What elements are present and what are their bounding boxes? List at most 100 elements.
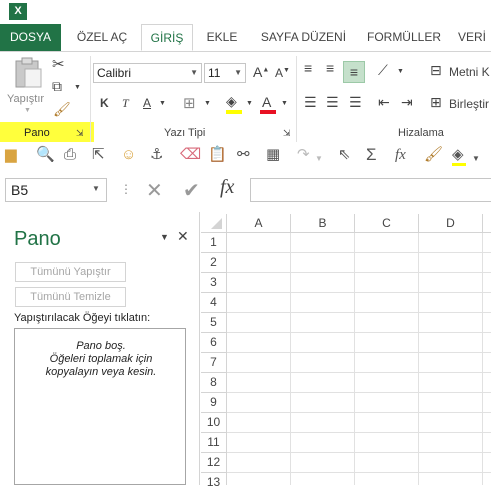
row-header[interactable]: 3 <box>201 273 227 293</box>
divider <box>90 56 91 142</box>
select-all-corner[interactable] <box>201 214 227 233</box>
align-bottom-button[interactable]: ≡ <box>343 61 365 83</box>
row-header[interactable]: 4 <box>201 293 227 313</box>
tab-formuller[interactable]: FORMÜLLER <box>364 24 444 51</box>
cut-icon[interactable]: ✂ <box>52 55 65 73</box>
align-left-icon[interactable]: ☰ <box>304 94 317 111</box>
chevron-down-icon[interactable]: ▼ <box>92 184 100 193</box>
chevron-down-icon[interactable]: ▼ <box>74 84 81 91</box>
grid-icon[interactable]: ▦ <box>266 146 280 164</box>
clear-all-button[interactable]: Tümünü Temizle <box>15 287 126 307</box>
tab-dosya[interactable]: DOSYA <box>0 24 61 51</box>
binoculars-icon[interactable]: ⚯ <box>237 146 250 164</box>
row-header[interactable]: 10 <box>201 413 227 433</box>
smiley-icon[interactable]: ☺ <box>121 146 136 164</box>
fill-color-icon[interactable]: ◈ <box>226 93 237 110</box>
row-header[interactable]: 7 <box>201 353 227 373</box>
chevron-down-icon[interactable]: ▼ <box>472 150 480 168</box>
column-header-c[interactable]: C <box>355 214 419 233</box>
font-size-combo[interactable]: 11 ▼ <box>204 63 246 83</box>
underline-button[interactable]: A <box>143 96 151 110</box>
increase-indent-icon[interactable]: ⇥ <box>401 94 413 111</box>
row-header[interactable]: 9 <box>201 393 227 413</box>
grow-font-icon[interactable]: A▲ <box>253 64 269 80</box>
gridline <box>227 272 491 273</box>
insert-function-button[interactable]: fx <box>220 176 234 199</box>
dialog-launcher-icon[interactable]: ⇲ <box>76 128 84 139</box>
chevron-down-icon[interactable]: ▼ <box>204 100 211 107</box>
open-folder-icon[interactable]: ▆ <box>5 146 17 164</box>
merge-center-icon[interactable]: ⊞ <box>430 94 442 111</box>
group-label-yazi-tipi: Yazı Tipi <box>164 127 206 139</box>
font-name-combo[interactable]: Calibri ▼ <box>93 63 202 83</box>
chevron-down-icon[interactable]: ▼ <box>281 100 288 107</box>
align-top-icon[interactable]: ≡ <box>304 60 312 76</box>
more-options-icon[interactable]: ⋮ <box>120 182 132 196</box>
clipboard-icon[interactable]: 📋 <box>208 146 227 164</box>
select-all-triangle-icon <box>211 218 222 229</box>
row-header[interactable]: 12 <box>201 453 227 473</box>
align-center-icon[interactable]: ☰ <box>326 94 339 111</box>
gridline <box>227 432 491 433</box>
chevron-down-icon[interactable]: ▼ <box>315 150 323 168</box>
tab-ozel-ac[interactable]: ÖZEL AÇ <box>70 24 134 51</box>
autosum-icon[interactable]: Σ <box>366 146 377 164</box>
chevron-down-icon[interactable]: ▼ <box>246 100 253 107</box>
cancel-icon[interactable]: ✕ <box>146 178 163 203</box>
pane-title: Pano <box>14 228 61 250</box>
align-right-icon[interactable]: ☰ <box>349 94 362 111</box>
merge-center-label[interactable]: Birleştir <box>449 97 489 111</box>
copy-icon[interactable]: ⧉ <box>52 78 62 95</box>
font-color-icon[interactable]: A <box>262 94 271 110</box>
clipboard-item-list[interactable]: Pano boş. Öğeleri toplamak için kopyalay… <box>14 328 186 485</box>
decrease-indent-icon[interactable]: ⇤ <box>378 94 390 111</box>
row-header[interactable]: 13 <box>201 473 227 489</box>
paste-all-button[interactable]: Tümünü Yapıştır <box>15 262 126 282</box>
borders-icon[interactable]: ⊞ <box>183 94 196 112</box>
redo-icon[interactable]: ↷ <box>297 146 310 164</box>
row-header[interactable]: 2 <box>201 253 227 273</box>
wrap-text-icon[interactable]: ⊟ <box>430 62 442 79</box>
italic-button[interactable]: T <box>122 96 129 111</box>
tab-ekle[interactable]: EKLE <box>200 24 244 51</box>
wrap-text-label[interactable]: Metni K <box>449 65 490 79</box>
row-header[interactable]: 1 <box>201 233 227 253</box>
formula-input[interactable] <box>250 178 491 202</box>
excel-app-icon: X <box>9 3 27 20</box>
gridline <box>290 233 291 485</box>
shrink-font-icon[interactable]: A▼ <box>275 66 290 80</box>
close-icon[interactable]: ✕ <box>177 228 189 245</box>
bold-button[interactable]: K <box>100 96 109 110</box>
row-header[interactable]: 6 <box>201 333 227 353</box>
paste-button[interactable]: Yapıştır ▼ <box>5 55 49 115</box>
column-header-b[interactable]: B <box>291 214 355 233</box>
tab-sayfa-duzeni[interactable]: SAYFA DÜZENİ <box>256 24 351 51</box>
pane-prompt: Yapıştırılacak Öğeyi tıklatın: <box>14 312 151 324</box>
print-icon[interactable]: ⎙ <box>64 146 76 164</box>
worksheet-grid[interactable] <box>201 214 491 485</box>
tab-giris[interactable]: GİRİŞ <box>141 24 193 51</box>
column-header-a[interactable]: A <box>227 214 291 233</box>
row-header[interactable]: 11 <box>201 433 227 453</box>
row-header[interactable]: 8 <box>201 373 227 393</box>
format-painter-icon[interactable]: 🖌 <box>53 101 71 118</box>
print-preview-icon[interactable]: 🔍 <box>36 146 55 164</box>
dialog-launcher-icon[interactable]: ⇲ <box>283 128 291 139</box>
chevron-down-icon[interactable]: ▼ <box>159 100 166 107</box>
anchor-icon[interactable]: ⚓ <box>150 146 163 164</box>
fill-bucket-icon[interactable]: ◈ <box>452 146 464 164</box>
tab-veri[interactable]: VERİ <box>458 24 491 51</box>
chevron-down-icon[interactable]: ▼ <box>397 68 404 75</box>
enter-icon[interactable]: ✔ <box>183 178 200 203</box>
chevron-down-icon[interactable]: ▼ <box>160 232 169 242</box>
column-header-d[interactable]: D <box>419 214 483 233</box>
eraser-icon[interactable]: ⌫ <box>180 146 201 164</box>
function-icon[interactable]: fx <box>395 146 406 164</box>
export-icon[interactable]: ⇱ <box>92 146 105 164</box>
column-header-e[interactable] <box>483 214 491 233</box>
align-middle-icon[interactable]: ≡ <box>326 60 334 76</box>
row-header[interactable]: 5 <box>201 313 227 333</box>
cursor-icon[interactable]: ⇖ <box>338 146 351 164</box>
orientation-icon[interactable]: ⟋ <box>378 62 388 79</box>
paint-brush-icon[interactable]: 🖌 <box>424 146 443 164</box>
